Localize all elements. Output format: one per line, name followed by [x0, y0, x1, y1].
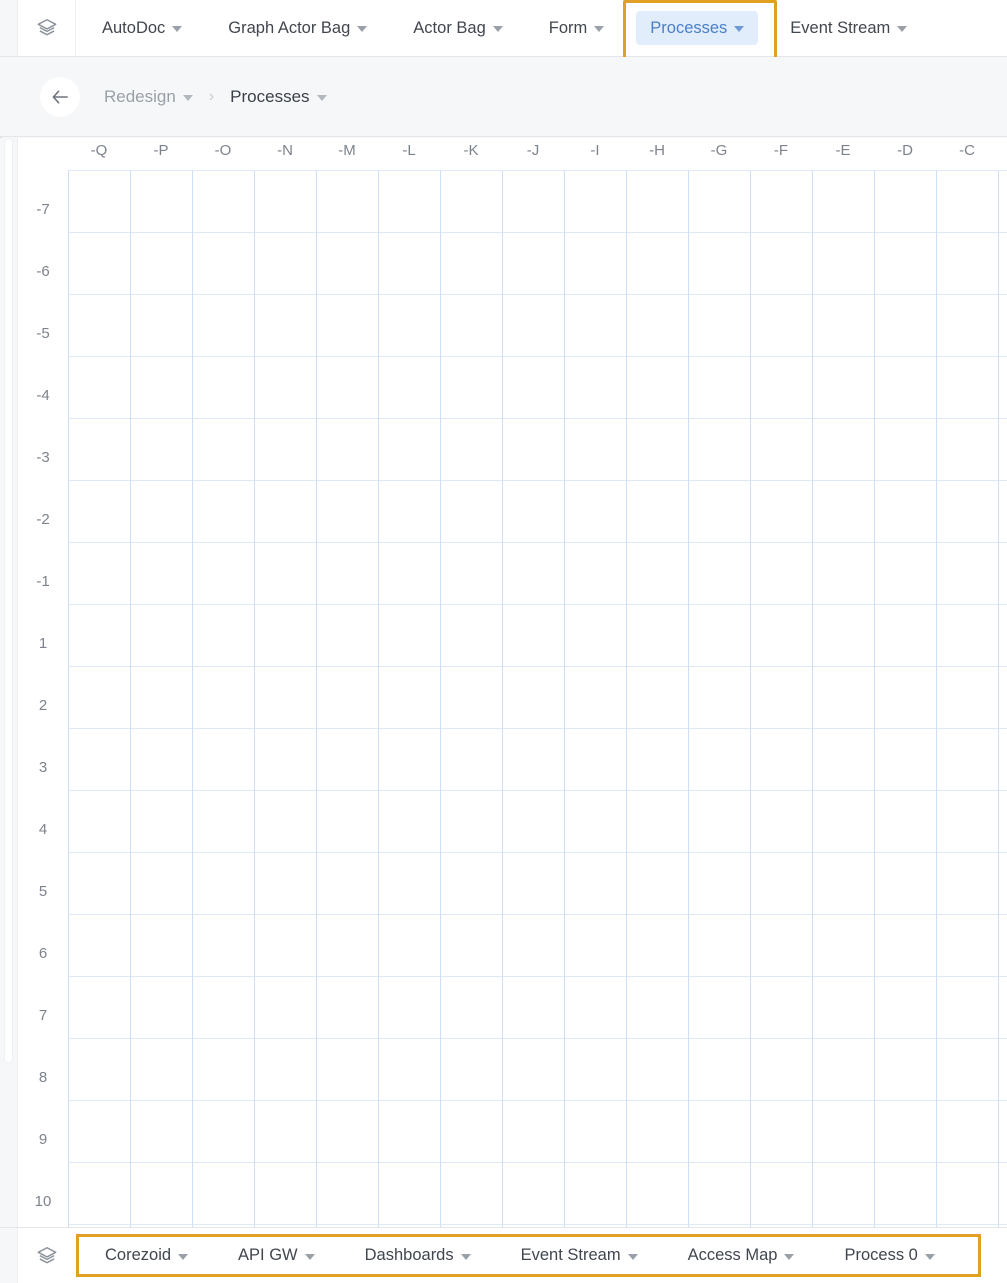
- row-ruler-tick: 1: [38, 635, 48, 652]
- chevron-down-icon: [357, 26, 368, 32]
- chevron-down-icon: [734, 26, 745, 32]
- left-gutter-strip-crumb: [0, 57, 18, 136]
- row-ruler-tick: 4: [38, 821, 48, 838]
- column-ruler-tick: -L: [402, 142, 416, 159]
- row-ruler-tick: 5: [38, 883, 48, 900]
- breadcrumb-item-label: Processes: [230, 86, 310, 106]
- breadcrumb-separator: ›: [208, 87, 215, 105]
- top-layers-button[interactable]: [18, 0, 76, 56]
- bottom-nav-item-process-0[interactable]: Process 0: [842, 1242, 936, 1269]
- row-ruler-tick: -6: [36, 263, 50, 280]
- column-ruler-tick: -H: [649, 142, 665, 159]
- bottom-layers-button[interactable]: [18, 1228, 76, 1283]
- row-ruler-tick: 10: [34, 1193, 52, 1210]
- chevron-down-icon: [594, 26, 605, 32]
- column-ruler-tick: -I: [590, 142, 600, 159]
- chevron-down-icon: [304, 1253, 315, 1260]
- breadcrumb-item-processes[interactable]: Processes: [224, 83, 332, 111]
- column-ruler-tick: -J: [526, 142, 540, 159]
- breadcrumb-item-label: Redesign: [104, 86, 176, 106]
- process-canvas[interactable]: -Q -P -O -N -M -L -K -J -I -H -G -F -E -D -C -7 -6 -5 -4-…: [0, 138, 1007, 1227]
- chevron-down-icon: [627, 1253, 638, 1260]
- chevron-down-icon: [897, 26, 908, 32]
- tab-actor-bag[interactable]: Actor Bag: [399, 11, 516, 45]
- canvas-column-ruler: -Q -P -O -N -M -L -K -J -I -H -G -F -E -D -C: [18, 138, 1007, 170]
- column-ruler-tick: -N: [277, 142, 293, 159]
- back-button[interactable]: [40, 76, 80, 117]
- row-ruler-tick: 8: [38, 1069, 48, 1086]
- chevron-down-icon: [182, 94, 193, 101]
- tab-label: Form: [548, 18, 588, 37]
- canvas-vertical-scroll-thumb[interactable]: [4, 138, 13, 1063]
- back-arrow-icon: [52, 89, 68, 104]
- left-gutter-strip-top: [0, 0, 18, 56]
- tab-autodoc[interactable]: AutoDoc: [88, 11, 196, 45]
- bottom-nav-list: Corezoid API GW Dashboards Event Stream Acce…: [76, 1234, 981, 1277]
- chevron-down-icon: [172, 26, 183, 32]
- row-ruler-tick: -4: [36, 387, 50, 404]
- column-ruler-tick: -E: [835, 142, 851, 159]
- column-ruler-tick: -G: [710, 142, 728, 159]
- canvas-vertical-scrollbar[interactable]: [0, 138, 18, 1227]
- column-ruler-tick: -D: [897, 142, 913, 159]
- tab-form[interactable]: Form: [535, 11, 619, 45]
- tab-label: Graph Actor Bag: [228, 18, 351, 37]
- column-ruler-tick: -O: [214, 142, 232, 159]
- row-ruler-tick: -2: [36, 511, 50, 528]
- bottom-nav-item-label: Dashboards: [364, 1246, 454, 1264]
- app-root: AutoDoc Graph Actor Bag Actor Bag Form Proce…: [0, 0, 1007, 1283]
- layers-icon: [37, 19, 56, 36]
- chevron-down-icon: [460, 1253, 471, 1260]
- bottom-nav-item-corezoid[interactable]: Corezoid: [103, 1242, 190, 1269]
- bottom-nav-item-api-gw[interactable]: API GW: [236, 1242, 317, 1269]
- tab-list: AutoDoc Graph Actor Bag Actor Bag Form Proce…: [76, 0, 1007, 62]
- layers-icon: [37, 1246, 57, 1263]
- chevron-down-icon: [924, 1253, 935, 1260]
- bottom-nav-item-event-stream[interactable]: Event Stream: [519, 1242, 640, 1269]
- row-ruler-tick: -1: [36, 573, 50, 590]
- column-ruler-tick: -M: [338, 142, 356, 159]
- row-ruler-tick: -5: [36, 325, 50, 342]
- chevron-down-icon: [784, 1253, 795, 1260]
- bottom-nav-item-label: Access Map: [687, 1246, 778, 1264]
- bottom-bar: Corezoid API GW Dashboards Event Stream Acce…: [0, 1227, 1007, 1283]
- row-ruler-tick: 3: [38, 759, 48, 776]
- tab-label: Actor Bag: [413, 18, 486, 37]
- column-ruler-tick: -F: [773, 142, 789, 159]
- column-ruler-tick: -P: [153, 142, 169, 159]
- breadcrumb-bar: Redesign › Processes: [0, 57, 1007, 137]
- bottom-nav-item-label: Process 0: [844, 1246, 918, 1264]
- column-ruler-tick: -Q: [90, 142, 108, 159]
- chevron-down-icon: [178, 1253, 189, 1260]
- tab-graph-actor-bag[interactable]: Graph Actor Bag: [214, 11, 381, 45]
- breadcrumb-item-redesign[interactable]: Redesign: [98, 83, 199, 111]
- breadcrumb: Redesign › Processes: [98, 83, 333, 111]
- row-ruler-tick: -7: [36, 201, 50, 218]
- left-gutter-strip-bottom: [0, 1228, 18, 1283]
- row-ruler-tick: 7: [38, 1007, 48, 1024]
- row-ruler-tick: 6: [38, 945, 48, 962]
- chevron-down-icon: [316, 94, 327, 101]
- chevron-down-icon: [492, 26, 503, 32]
- bottom-nav-item-label: API GW: [238, 1246, 298, 1264]
- grid-top-border: [68, 170, 1007, 171]
- row-ruler-tick: -3: [36, 449, 50, 466]
- canvas-row-ruler: -7 -6 -5 -4 -3 -2 -1 1 2 3 4 5 6 7 8 9 10: [18, 170, 68, 1227]
- tab-label: Event Stream: [790, 18, 891, 37]
- tab-event-stream[interactable]: Event Stream: [776, 11, 921, 45]
- row-ruler-tick: 9: [38, 1131, 48, 1148]
- row-ruler-tick: 2: [38, 697, 48, 714]
- tab-label: AutoDoc: [102, 18, 166, 37]
- bottom-nav-item-label: Event Stream: [520, 1246, 621, 1264]
- column-ruler-tick: -C: [959, 142, 975, 159]
- bottom-nav-item-label: Corezoid: [105, 1246, 172, 1264]
- tab-label: Processes: [650, 18, 728, 37]
- bottom-nav-item-access-map[interactable]: Access Map: [686, 1242, 797, 1269]
- bottom-nav-item-dashboards[interactable]: Dashboards: [363, 1242, 473, 1269]
- top-tab-bar: AutoDoc Graph Actor Bag Actor Bag Form Proce…: [0, 0, 1007, 62]
- column-ruler-tick: -K: [463, 142, 479, 159]
- tab-processes[interactable]: Processes: [623, 0, 778, 62]
- canvas-grid[interactable]: [68, 170, 1007, 1227]
